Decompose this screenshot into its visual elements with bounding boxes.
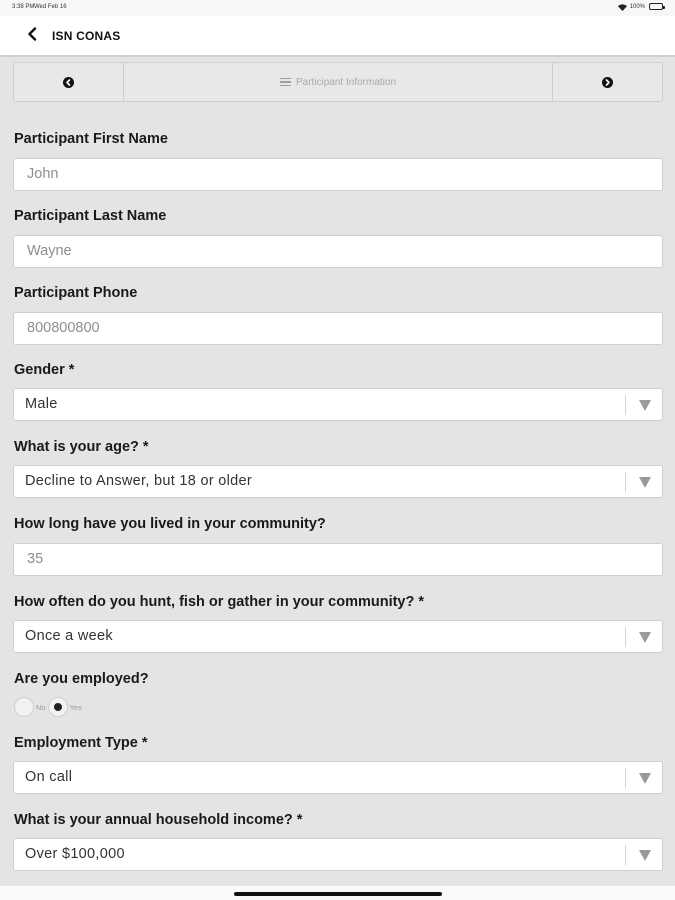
employed-radio-group: No Yes	[14, 697, 84, 717]
gender-select[interactable]: Male	[13, 388, 663, 421]
income-select[interactable]: Over $100,000	[13, 838, 663, 871]
status-date: Wed Feb 16	[34, 4, 67, 10]
select-divider	[625, 472, 626, 492]
caret-down-icon	[639, 477, 651, 488]
age-label: What is your age? *	[14, 439, 149, 455]
first-name-label: Participant First Name	[14, 131, 168, 147]
circle-arrow-left-icon	[63, 76, 74, 88]
phone-field[interactable]: 800800800	[13, 312, 663, 345]
employment-type-label: Employment Type *	[14, 735, 148, 751]
next-section-button[interactable]	[552, 63, 662, 101]
section-title-label: Participant Information	[295, 76, 397, 88]
gender-select-value: Male	[25, 396, 58, 412]
section-pager: Participant Information	[13, 62, 663, 102]
select-divider	[625, 768, 626, 788]
select-divider	[625, 845, 626, 865]
hunt-frequency-label: How often do you hunt, fish or gather in…	[14, 594, 425, 610]
hunt-frequency-select-value: Once a week	[25, 628, 113, 644]
caret-down-icon	[639, 400, 651, 411]
caret-down-icon	[639, 632, 651, 643]
select-divider	[625, 627, 626, 647]
income-select-value: Over $100,000	[25, 846, 125, 862]
gender-label: Gender *	[14, 362, 75, 378]
page-title: ISN CONAS	[52, 29, 121, 43]
employed-no-radio[interactable]	[14, 697, 34, 717]
hunt-frequency-select[interactable]: Once a week	[13, 620, 663, 653]
select-divider	[625, 395, 626, 415]
employed-label: Are you employed?	[14, 671, 149, 687]
income-label: What is your annual household income? *	[14, 812, 303, 828]
status-bar: 3:38 PM Wed Feb 16 100%	[0, 0, 675, 16]
home-indicator[interactable]	[234, 892, 442, 896]
battery-icon	[649, 3, 665, 10]
employment-type-select-value: On call	[25, 769, 73, 785]
last-name-label: Participant Last Name	[14, 208, 167, 224]
battery-percent: 100%	[629, 3, 645, 10]
caret-down-icon	[639, 773, 651, 784]
status-indicators: 100%	[617, 3, 665, 11]
years-in-community-field[interactable]: 35	[13, 543, 663, 576]
last-name-field[interactable]: Wayne	[13, 235, 663, 268]
employed-yes-label: Yes	[69, 702, 82, 712]
age-select[interactable]: Decline to Answer, but 18 or older	[13, 465, 663, 498]
phone-label: Participant Phone	[14, 285, 138, 301]
employed-yes-radio[interactable]	[47, 697, 68, 717]
employment-type-select[interactable]: On call	[13, 761, 663, 794]
caret-down-icon	[639, 850, 651, 861]
chevron-left-icon	[27, 26, 37, 46]
hamburger-menu-icon	[279, 77, 291, 87]
back-button[interactable]	[24, 26, 40, 46]
years-in-community-label: How long have you lived in your communit…	[14, 516, 326, 532]
section-title[interactable]: Participant Information	[124, 63, 552, 101]
nav-bar: ISN CONAS	[0, 16, 675, 57]
wifi-icon	[617, 3, 627, 11]
first-name-field[interactable]: John	[13, 158, 663, 191]
status-time: 3:38 PM	[12, 4, 35, 10]
age-select-value: Decline to Answer, but 18 or older	[25, 473, 253, 489]
circle-arrow-right-icon	[602, 76, 613, 88]
previous-section-button[interactable]	[14, 63, 124, 101]
employed-no-label: No	[36, 702, 46, 712]
